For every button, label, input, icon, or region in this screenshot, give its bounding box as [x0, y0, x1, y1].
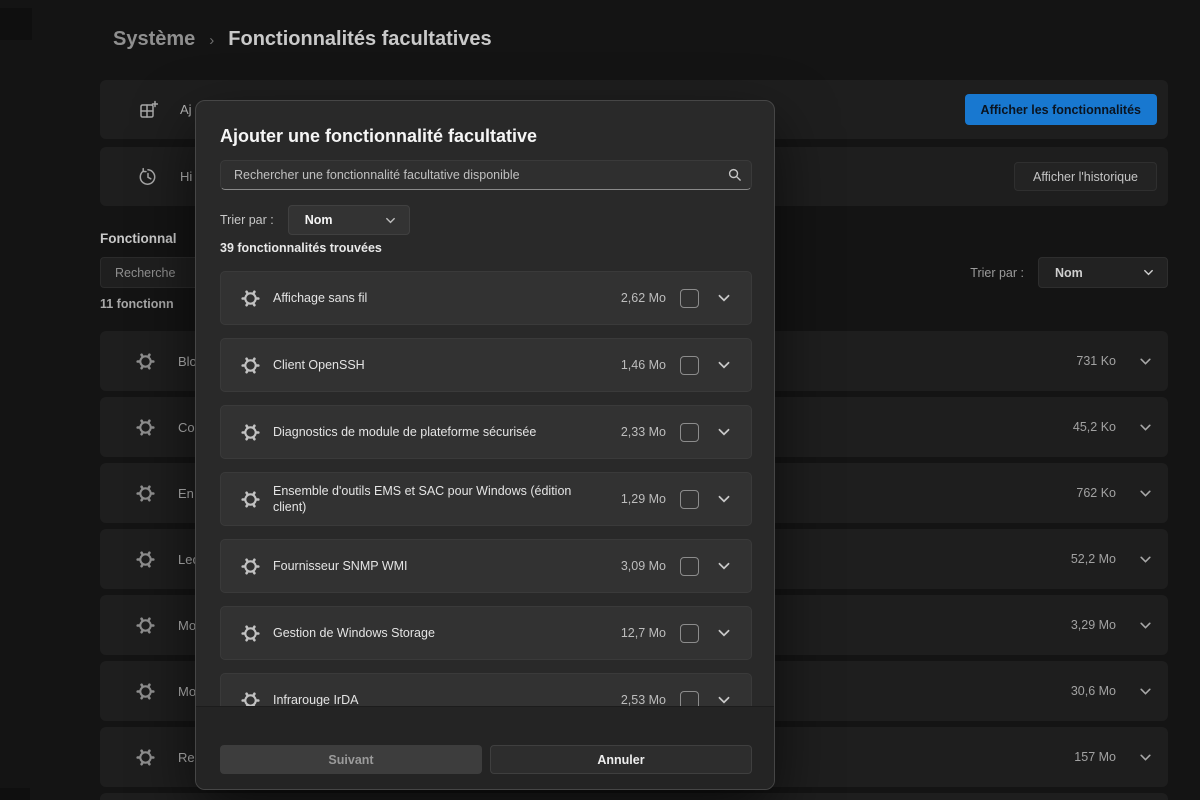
feature-size: 2,33 Mo: [621, 425, 666, 439]
feature-checkbox[interactable]: [680, 557, 699, 576]
installed-feature-size: 762 Ko: [1076, 486, 1116, 500]
window-edge-artifact-top: [0, 8, 32, 40]
breadcrumb-chevron-icon: ›: [209, 30, 214, 49]
available-feature-row[interactable]: Ensemble d'outils EMS et SAC pour Window…: [220, 472, 752, 526]
installed-section-title: Fonctionnal: [100, 231, 177, 246]
feature-gear-icon: [136, 748, 155, 767]
dialog-sort-value: Nom: [305, 213, 333, 227]
feature-name: Client OpenSSH: [273, 357, 365, 373]
installed-sort-dropdown[interactable]: Nom: [1038, 257, 1168, 288]
history-label: Hi: [180, 169, 192, 184]
feature-size: 1,46 Mo: [621, 358, 666, 372]
available-feature-row[interactable]: Client OpenSSH 1,46 Mo: [220, 338, 752, 392]
feature-gear-icon: [241, 624, 260, 643]
feature-name: Diagnostics de module de plateforme sécu…: [273, 424, 536, 440]
feature-checkbox[interactable]: [680, 624, 699, 643]
installed-feature-name: Co: [178, 420, 195, 435]
history-icon: [138, 167, 158, 187]
feature-checkbox[interactable]: [680, 289, 699, 308]
chevron-down-icon[interactable]: [716, 558, 732, 574]
chevron-down-icon[interactable]: [1138, 486, 1153, 501]
feature-search-input[interactable]: [220, 160, 752, 190]
feature-size: 3,09 Mo: [621, 559, 666, 573]
chevron-down-icon: [1142, 266, 1155, 279]
chevron-down-icon[interactable]: [716, 424, 732, 440]
grid-plus-icon: [138, 100, 158, 120]
page-title: Fonctionnalités facultatives: [228, 28, 491, 51]
available-feature-row[interactable]: Infrarouge IrDA 2,53 Mo: [220, 673, 752, 708]
feature-size: 2,62 Mo: [621, 291, 666, 305]
breadcrumb-system[interactable]: Système: [113, 28, 195, 51]
feature-size: 12,7 Mo: [621, 626, 666, 640]
feature-gear-icon: [241, 289, 260, 308]
installed-feature-size: 45,2 Ko: [1073, 420, 1116, 434]
dialog-sort: Trier par : Nom: [220, 205, 410, 235]
chevron-down-icon[interactable]: [716, 625, 732, 641]
dialog-title: Ajouter une fonctionnalité facultative: [220, 126, 537, 147]
chevron-down-icon[interactable]: [1138, 750, 1153, 765]
feature-gear-icon: [136, 484, 155, 503]
feature-gear-icon: [136, 616, 155, 635]
available-feature-row[interactable]: Affichage sans fil 2,62 Mo: [220, 271, 752, 325]
feature-checkbox[interactable]: [680, 423, 699, 442]
add-optional-feature-dialog: Ajouter une fonctionnalité facultative T…: [195, 100, 775, 790]
chevron-down-icon[interactable]: [1138, 684, 1153, 699]
installed-feature-name: En: [178, 486, 194, 501]
show-history-button[interactable]: Afficher l'historique: [1014, 162, 1157, 191]
feature-name: Ensemble d'outils EMS et SAC pour Window…: [273, 483, 583, 516]
installed-feature-size: 157 Mo: [1074, 750, 1116, 764]
installed-count: 11 fonctionn: [100, 297, 174, 311]
feature-size: 2,53 Mo: [621, 693, 666, 707]
chevron-down-icon[interactable]: [1138, 552, 1153, 567]
installed-feature-name: Mo: [178, 684, 196, 699]
installed-sort-value: Nom: [1055, 266, 1083, 280]
chevron-down-icon[interactable]: [716, 290, 732, 306]
feature-name: Affichage sans fil: [273, 290, 367, 306]
available-feature-row[interactable]: Fournisseur SNMP WMI 3,09 Mo: [220, 539, 752, 593]
available-feature-row[interactable]: Gestion de Windows Storage 12,7 Mo: [220, 606, 752, 660]
feature-gear-icon: [136, 418, 155, 437]
feature-gear-icon: [241, 423, 260, 442]
next-button[interactable]: Suivant: [220, 745, 482, 774]
dialog-sort-dropdown[interactable]: Nom: [288, 205, 410, 235]
dialog-results-count: 39 fonctionnalités trouvées: [220, 241, 382, 255]
installed-feature-name: Blo: [178, 354, 197, 369]
installed-sort-label: Trier par :: [970, 266, 1024, 280]
available-feature-row[interactable]: Diagnostics de module de plateforme sécu…: [220, 405, 752, 459]
feature-gear-icon: [241, 557, 260, 576]
search-icon[interactable]: [727, 167, 742, 182]
chevron-down-icon[interactable]: [1138, 420, 1153, 435]
dialog-sort-label: Trier par :: [220, 213, 274, 227]
installed-feature-size: 731 Ko: [1076, 354, 1116, 368]
feature-gear-icon: [136, 550, 155, 569]
installed-feature-size: 52,2 Mo: [1071, 552, 1116, 566]
feature-name: Gestion de Windows Storage: [273, 625, 435, 641]
installed-feature-name: Re: [178, 750, 195, 765]
feature-checkbox[interactable]: [680, 490, 699, 509]
installed-feature-size: 30,6 Mo: [1071, 684, 1116, 698]
installed-feature-name: Mo: [178, 618, 196, 633]
show-features-button[interactable]: Afficher les fonctionnalités: [965, 94, 1157, 125]
chevron-down-icon[interactable]: [1138, 354, 1153, 369]
breadcrumb: Système › Fonctionnalités facultatives: [113, 28, 492, 51]
feature-size: 1,29 Mo: [621, 492, 666, 506]
feature-checkbox[interactable]: [680, 356, 699, 375]
dialog-footer: Suivant Annuler: [196, 706, 774, 789]
feature-gear-icon: [136, 352, 155, 371]
available-feature-list: Affichage sans fil 2,62 Mo: [220, 271, 752, 708]
window-edge-artifact-bottom: [0, 788, 30, 800]
feature-gear-icon: [241, 356, 260, 375]
installed-feature-size: 3,29 Mo: [1071, 618, 1116, 632]
chevron-down-icon[interactable]: [1138, 618, 1153, 633]
feature-name: Fournisseur SNMP WMI: [273, 558, 408, 574]
installed-feature-row-partial[interactable]: [100, 793, 1168, 800]
add-feature-label: Aj: [180, 102, 192, 117]
chevron-down-icon: [384, 214, 397, 227]
cancel-button[interactable]: Annuler: [490, 745, 752, 774]
chevron-down-icon[interactable]: [716, 357, 732, 373]
feature-gear-icon: [241, 490, 260, 509]
installed-sort: Trier par : Nom: [970, 257, 1168, 288]
feature-gear-icon: [136, 682, 155, 701]
chevron-down-icon[interactable]: [716, 491, 732, 507]
